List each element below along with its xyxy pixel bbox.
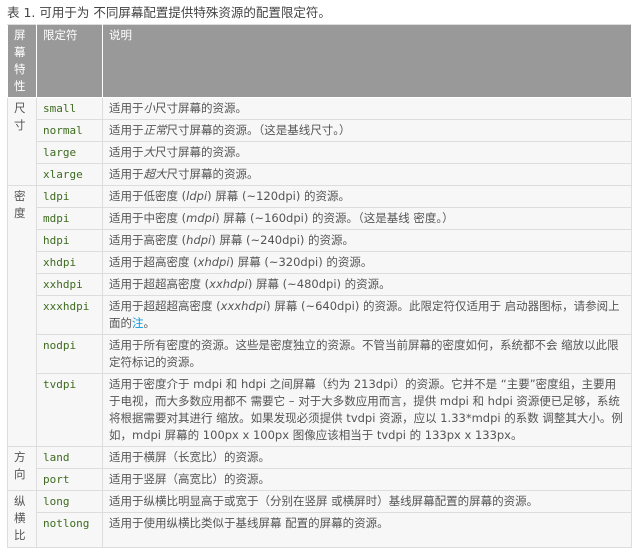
desc-text: 适用于 bbox=[109, 123, 144, 137]
table-row: port 适用于竖屏（高宽比）的资源。 bbox=[8, 468, 632, 491]
desc-text: 尺寸屏幕的资源。（这是基线尺寸。） bbox=[166, 123, 351, 137]
qualifier: tvdpi bbox=[36, 373, 103, 447]
description: 适用于使用纵横比类似于基线屏幕 配置的屏幕的资源。 bbox=[102, 512, 632, 548]
desc-em: xhdpi bbox=[197, 255, 230, 269]
description: 适用于纵横比明显高于或宽于（分别在竖屏 或横屏时）基线屏幕配置的屏幕的资源。 bbox=[102, 490, 632, 513]
table-row: xxhdpi 适用于超超高密度 (xxhdpi) 屏幕 (~480dpi) 的资源… bbox=[8, 273, 632, 296]
description: 适用于竖屏（高宽比）的资源。 bbox=[102, 468, 632, 491]
table-row: mdpi 适用于中密度 (mdpi) 屏幕 (~160dpi) 的资源。（这是基线… bbox=[8, 207, 632, 230]
desc-text: ) 屏幕 (~240dpi) 的资源。 bbox=[211, 233, 355, 247]
header-feature: 屏幕特性 bbox=[7, 24, 37, 98]
desc-text: 适用于低密度 ( bbox=[109, 189, 187, 203]
qualifier: xlarge bbox=[36, 163, 103, 186]
desc-text: ) 屏幕 (~120dpi) 的资源。 bbox=[207, 189, 350, 203]
desc-text: 适用于超高密度 ( bbox=[109, 255, 198, 269]
description: 适用于超大尺寸屏幕的资源。 bbox=[102, 163, 632, 186]
group-density: 密度 bbox=[7, 185, 37, 447]
table-row: tvdpi 适用于密度介于 mdpi 和 hdpi 之间屏幕（约为 213dpi）… bbox=[8, 373, 632, 447]
desc-text: 适用于中密度 ( bbox=[109, 211, 187, 225]
qualifier: xxxhdpi bbox=[36, 295, 103, 335]
qualifier: mdpi bbox=[36, 207, 103, 230]
header-description: 说明 bbox=[102, 24, 632, 98]
description: 适用于大尺寸屏幕的资源。 bbox=[102, 141, 632, 164]
description: 适用于密度介于 mdpi 和 hdpi 之间屏幕（约为 213dpi）的资源。它… bbox=[102, 373, 632, 447]
table-row: xxxhdpi 适用于超超超高密度 (xxxhdpi) 屏幕 (~640dpi) … bbox=[8, 295, 632, 335]
desc-text: 适用于超超超高密度 ( bbox=[109, 299, 221, 313]
qualifier: nodpi bbox=[36, 334, 103, 374]
group-aspect: 纵横比 bbox=[7, 490, 37, 548]
table-row: nodpi 适用于所有密度的资源。这些是密度独立的资源。不管当前屏幕的密度如何，系… bbox=[8, 334, 632, 374]
qualifier: hdpi bbox=[36, 229, 103, 252]
desc-text: 适用于 bbox=[109, 145, 144, 159]
group-size: 尺寸 bbox=[7, 97, 37, 186]
desc-em: 超大 bbox=[143, 167, 167, 181]
desc-text: 适用于 bbox=[109, 167, 144, 181]
desc-em: ldpi bbox=[186, 189, 208, 203]
qualifier: normal bbox=[36, 119, 103, 142]
table-caption: 表 1. 可用于为 不同屏幕配置提供特殊资源的配置限定符。 bbox=[7, 5, 331, 20]
description: 适用于横屏（长宽比）的资源。 bbox=[102, 446, 632, 469]
description: 适用于超高密度 (xhdpi) 屏幕 (~320dpi) 的资源。 bbox=[102, 251, 632, 274]
desc-text: 尺寸屏幕的资源。 bbox=[155, 101, 247, 115]
table-row: 密度 ldpi 适用于低密度 (ldpi) 屏幕 (~120dpi) 的资源。 bbox=[7, 185, 632, 447]
desc-text: 适用于高密度 ( bbox=[109, 233, 187, 247]
desc-text: 适用于 bbox=[109, 101, 144, 115]
description: 适用于高密度 (hdpi) 屏幕 (~240dpi) 的资源。 bbox=[102, 229, 632, 252]
desc-em: 大 bbox=[143, 145, 156, 159]
group-orientation: 方向 bbox=[7, 446, 37, 491]
desc-em: xxxhdpi bbox=[220, 299, 267, 313]
qualifier-table: 屏幕特性 限定符 说明 尺寸 small 适用于小尺寸屏幕的资源。 normal 适用… bbox=[7, 24, 632, 548]
table-row: notlong 适用于使用纵横比类似于基线屏幕 配置的屏幕的资源。 bbox=[8, 512, 632, 548]
table-row: hdpi 适用于高密度 (hdpi) 屏幕 (~240dpi) 的资源。 bbox=[8, 229, 632, 252]
note-link[interactable]: 注 bbox=[132, 316, 144, 330]
description: 适用于低密度 (ldpi) 屏幕 (~120dpi) 的资源。 bbox=[102, 185, 632, 208]
description: 适用于小尺寸屏幕的资源。 bbox=[102, 97, 632, 120]
qualifier: large bbox=[36, 141, 103, 164]
desc-em: 小 bbox=[143, 101, 156, 115]
qualifier: small bbox=[36, 97, 103, 120]
header-qualifier: 限定符 bbox=[36, 24, 103, 98]
desc-em: 正常 bbox=[143, 123, 167, 137]
desc-text: 适用于超超高密度 ( bbox=[109, 277, 210, 291]
qualifier: port bbox=[36, 468, 103, 491]
table-row: 方向 land 适用于横屏（长宽比）的资源。 bbox=[7, 446, 632, 491]
desc-em: hdpi bbox=[186, 233, 212, 247]
desc-text: 尺寸屏幕的资源。 bbox=[155, 145, 247, 159]
description: 适用于中密度 (mdpi) 屏幕 (~160dpi) 的资源。（这是基线 密度。… bbox=[102, 207, 632, 230]
desc-text: ) 屏幕 (~320dpi) 的资源。 bbox=[229, 255, 373, 269]
desc-text: 。 bbox=[143, 316, 156, 330]
description: 适用于所有密度的资源。这些是密度独立的资源。不管当前屏幕的密度如何，系统都不会 … bbox=[102, 334, 632, 374]
desc-em: xxhdpi bbox=[209, 277, 248, 291]
table-row: xlarge 适用于超大尺寸屏幕的资源。 bbox=[8, 163, 632, 186]
qualifier: land bbox=[36, 446, 103, 469]
desc-text: ) 屏幕 (~480dpi) 的资源。 bbox=[247, 277, 391, 291]
desc-text: ) 屏幕 (~160dpi) 的资源。（这是基线 密度。） bbox=[215, 211, 454, 225]
table-row: normal 适用于正常尺寸屏幕的资源。（这是基线尺寸。） bbox=[8, 119, 632, 142]
qualifier: long bbox=[36, 490, 103, 513]
qualifier: notlong bbox=[36, 512, 103, 548]
desc-em: mdpi bbox=[186, 211, 216, 225]
table-row: 尺寸 small 适用于小尺寸屏幕的资源。 bbox=[7, 97, 632, 186]
qualifier: ldpi bbox=[36, 185, 103, 208]
table-row: 纵横比 long 适用于纵横比明显高于或宽于（分别在竖屏 或横屏时）基线屏幕配置的屏… bbox=[7, 490, 632, 548]
qualifier: xhdpi bbox=[36, 251, 103, 274]
table-header: 屏幕特性 限定符 说明 bbox=[7, 24, 632, 98]
description: 适用于超超高密度 (xxhdpi) 屏幕 (~480dpi) 的资源。 bbox=[102, 273, 632, 296]
qualifier: xxhdpi bbox=[36, 273, 103, 296]
table-row: xhdpi 适用于超高密度 (xhdpi) 屏幕 (~320dpi) 的资源。 bbox=[8, 251, 632, 274]
description: 适用于超超超高密度 (xxxhdpi) 屏幕 (~640dpi) 的资源。此限定… bbox=[102, 295, 632, 335]
table-row: large 适用于大尺寸屏幕的资源。 bbox=[8, 141, 632, 164]
description: 适用于正常尺寸屏幕的资源。（这是基线尺寸。） bbox=[102, 119, 632, 142]
desc-text: 尺寸屏幕的资源。 bbox=[166, 167, 259, 181]
